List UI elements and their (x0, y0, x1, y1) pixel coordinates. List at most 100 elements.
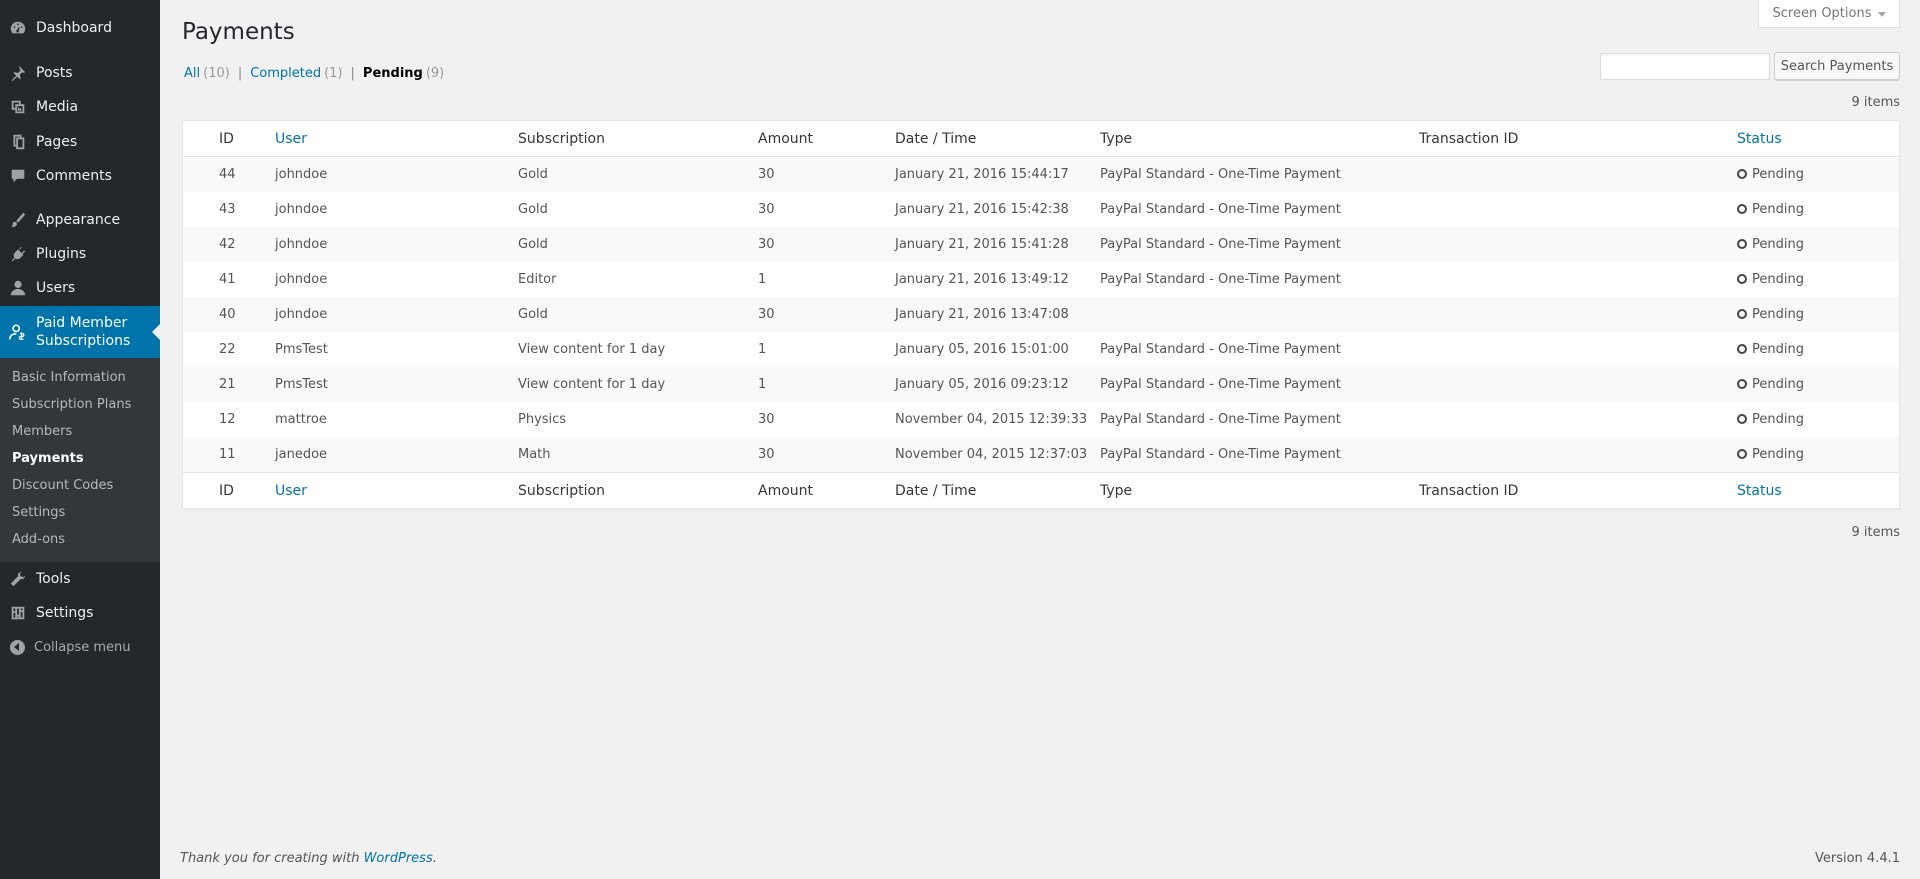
column-transaction-id: Transaction ID (1419, 130, 1519, 147)
table-row[interactable]: 44 johndoe Gold 30 January 21, 2016 15:44:17… (183, 157, 1899, 192)
cell-type: PayPal Standard - One-Time Payment (1100, 412, 1341, 427)
status-label: Pending (1752, 272, 1804, 287)
column-id: ID (219, 482, 234, 499)
media-icon (0, 98, 36, 116)
menu-item-tools[interactable]: Tools (0, 567, 160, 591)
submenu-subscription-plans[interactable]: Subscription Plans (12, 397, 131, 412)
cell-subscription: Gold (518, 167, 548, 182)
cell-subscription: Physics (518, 412, 567, 427)
cell-status: Pending (1737, 202, 1804, 217)
table-row[interactable]: 22 PmsTest View content for 1 day 1 January … (183, 332, 1899, 367)
status-label: Pending (1752, 342, 1804, 357)
menu-item-posts[interactable]: Posts (0, 61, 160, 85)
cell-amount: 30 (758, 237, 775, 252)
menu-item-pages[interactable]: Pages (0, 130, 160, 154)
user-icon (0, 279, 36, 297)
column-status-sort[interactable]: Status (1737, 131, 1782, 147)
table-row[interactable]: 43 johndoe Gold 30 January 21, 2016 15:42:38… (183, 192, 1899, 227)
member-icon (0, 323, 36, 341)
wordpress-link[interactable]: WordPress (364, 851, 433, 866)
cell-date-time: November 04, 2015 12:39:33 (895, 412, 1088, 427)
pending-status-icon (1737, 344, 1747, 354)
table-row[interactable]: 11 janedoe Math 30 November 04, 2015 12:37:0… (183, 437, 1899, 472)
pending-status-icon (1737, 309, 1747, 319)
items-count-bottom: 9 items (1851, 525, 1900, 540)
submenu-settings[interactable]: Settings (12, 505, 65, 520)
menu-label: Dashboard (36, 20, 112, 36)
settings-icon (0, 604, 36, 622)
submenu: Basic Information Subscription Plans Mem… (0, 358, 160, 562)
menu-item-settings[interactable]: Settings (0, 601, 160, 625)
cell-type: PayPal Standard - One-Time Payment (1100, 202, 1341, 217)
payments-table: ID User Subscription Amount Date / Time … (182, 120, 1900, 509)
submenu-members[interactable]: Members (12, 424, 72, 439)
status-label: Pending (1752, 307, 1804, 322)
submenu-payments[interactable]: Payments (12, 451, 84, 466)
submenu-discount-codes[interactable]: Discount Codes (12, 478, 113, 493)
screen-options-button[interactable]: Screen Options (1758, 0, 1900, 28)
pending-status-icon (1737, 449, 1747, 459)
cell-status: Pending (1737, 307, 1804, 322)
table-row[interactable]: 42 johndoe Gold 30 January 21, 2016 15:41:28… (183, 227, 1899, 262)
menu-label: Posts (36, 65, 73, 81)
menu-item-appearance[interactable]: Appearance (0, 208, 160, 232)
cell-subscription: Math (518, 447, 551, 462)
pages-icon (0, 133, 36, 151)
filter-all[interactable]: All (184, 66, 200, 81)
dashboard-icon (0, 19, 36, 37)
cell-date-time: January 21, 2016 13:49:12 (895, 272, 1069, 287)
column-user-sort[interactable]: User (275, 483, 307, 499)
filter-pending[interactable]: Pending (363, 66, 423, 81)
cell-date-time: January 05, 2016 15:01:00 (895, 342, 1069, 357)
cell-user: PmsTest (275, 377, 328, 392)
cell-amount: 30 (758, 202, 775, 217)
cell-user: johndoe (275, 307, 328, 322)
menu-item-media[interactable]: Media (0, 95, 160, 119)
cell-subscription: Gold (518, 202, 548, 217)
status-label: Pending (1752, 412, 1804, 427)
table-row[interactable]: 41 johndoe Editor 1 January 21, 2016 13:49:1… (183, 262, 1899, 297)
table-body: 44 johndoe Gold 30 January 21, 2016 15:44:17… (183, 157, 1899, 472)
submenu-basic-information[interactable]: Basic Information (12, 370, 126, 385)
cell-id: 43 (219, 202, 236, 217)
footer-thanks: Thank you for creating with WordPress. (180, 851, 437, 866)
menu-item-users[interactable]: Users (0, 276, 160, 300)
menu-label: Media (36, 99, 79, 115)
cell-type: PayPal Standard - One-Time Payment (1100, 237, 1341, 252)
search-payments-button[interactable]: Search Payments (1774, 52, 1900, 80)
cell-amount: 1 (758, 377, 767, 392)
cell-user: mattroe (275, 412, 327, 427)
menu-item-plugins[interactable]: Plugins (0, 242, 160, 266)
cell-id: 41 (219, 272, 236, 287)
table-row[interactable]: 21 PmsTest View content for 1 day 1 January … (183, 367, 1899, 402)
cell-amount: 1 (758, 272, 767, 287)
status-label: Pending (1752, 202, 1804, 217)
menu-label: Paid Member Subscriptions (36, 315, 131, 349)
cell-user: johndoe (275, 167, 328, 182)
column-user-sort[interactable]: User (275, 131, 307, 147)
status-label: Pending (1752, 167, 1804, 182)
cell-status: Pending (1737, 447, 1804, 462)
column-subscription: Subscription (518, 130, 605, 147)
menu-item-dashboard[interactable]: Dashboard (0, 16, 160, 40)
cell-date-time: January 21, 2016 15:42:38 (895, 202, 1069, 217)
cell-type: PayPal Standard - One-Time Payment (1100, 447, 1341, 462)
collapse-menu-button[interactable]: Collapse menu (0, 637, 160, 657)
collapse-icon (0, 639, 34, 655)
menu-item-paid-member-subscriptions[interactable]: Paid Member Subscriptions (0, 306, 160, 358)
submenu-add-ons[interactable]: Add-ons (12, 532, 65, 547)
filter-completed[interactable]: Completed (250, 66, 321, 81)
table-row[interactable]: 40 johndoe Gold 30 January 21, 2016 13:47:08… (183, 297, 1899, 332)
cell-type: PayPal Standard - One-Time Payment (1100, 377, 1341, 392)
pending-status-icon (1737, 274, 1747, 284)
menu-label: Comments (36, 168, 112, 184)
search-input[interactable] (1600, 53, 1770, 80)
menu-label: Pages (36, 134, 78, 150)
menu-item-comments[interactable]: Comments (0, 164, 160, 188)
pending-status-icon (1737, 239, 1747, 249)
cell-subscription: Gold (518, 307, 548, 322)
column-status-sort[interactable]: Status (1737, 483, 1782, 499)
column-type: Type (1100, 130, 1133, 147)
content-area: Screen Options Payments All (10) | Compl… (160, 0, 1920, 879)
table-row[interactable]: 12 mattroe Physics 30 November 04, 2015 12:3… (183, 402, 1899, 437)
